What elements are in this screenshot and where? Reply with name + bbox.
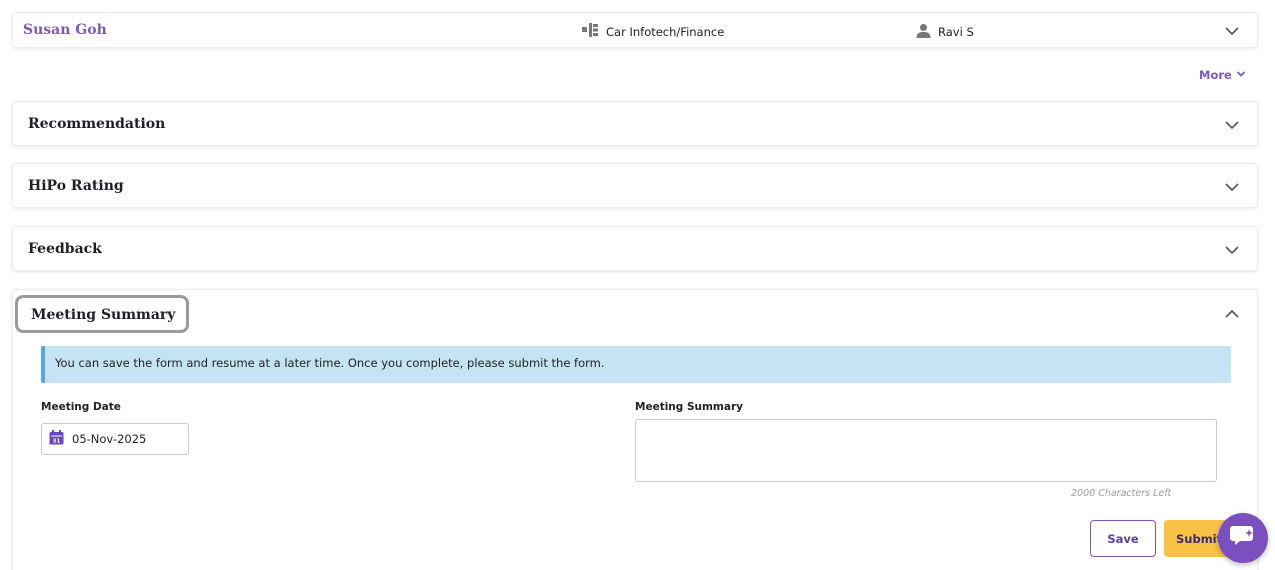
accordion-title: HiPo Rating [28, 178, 124, 194]
accordion-header-meeting-summary[interactable]: Meeting Summary [15, 295, 190, 333]
accordion-title: Meeting Summary [31, 307, 176, 323]
department-info: Car Infotech/Finance [582, 23, 724, 40]
calendar-day: 31 [53, 439, 61, 445]
org-structure-icon [582, 23, 599, 40]
characters-left-counter: 2000 Characters Left [1071, 488, 1172, 499]
meeting-summary-label: Meeting Summary [635, 401, 743, 413]
chevron-down-icon[interactable] [1223, 241, 1241, 259]
person-icon [916, 23, 931, 41]
calendar-icon[interactable]: 31 [49, 430, 64, 448]
info-banner: You can save the form and resume at a la… [41, 346, 1231, 383]
accordion-hipo-rating[interactable]: HiPo Rating [12, 163, 1258, 208]
department-label: Car Infotech/Finance [606, 24, 725, 39]
accordion-title: Feedback [28, 241, 102, 257]
more-label: More [1199, 68, 1232, 82]
meeting-date-label: Meeting Date [41, 401, 121, 413]
chevron-up-icon[interactable] [1223, 305, 1241, 323]
chat-bubble-icon [1230, 524, 1256, 552]
chevron-down-icon[interactable] [1223, 178, 1241, 196]
save-button[interactable]: Save [1090, 520, 1156, 557]
meeting-date-input[interactable]: 31 05-Nov-2025 [41, 423, 189, 455]
chevron-down-icon[interactable] [1223, 22, 1241, 40]
employee-name: Susan Goh [23, 22, 107, 38]
employee-summary-bar[interactable]: Susan Goh Car Infotech/Finance Ravi S [12, 12, 1258, 48]
accordion-title: Recommendation [28, 116, 166, 132]
manager-label: Ravi S [938, 25, 974, 39]
accordion-recommendation[interactable]: Recommendation [12, 101, 1258, 146]
meeting-summary-textarea[interactable] [635, 419, 1217, 482]
accordion-meeting-summary: Meeting Summary You can save the form an… [12, 289, 1258, 570]
accordion-feedback[interactable]: Feedback [12, 226, 1258, 271]
chat-assistant-button[interactable] [1218, 513, 1268, 563]
manager-info: Ravi S [916, 23, 974, 41]
meeting-date-value: 05-Nov-2025 [72, 432, 147, 446]
more-link[interactable]: More [1199, 68, 1246, 82]
chevron-down-icon [1236, 68, 1246, 82]
chevron-down-icon[interactable] [1223, 116, 1241, 134]
